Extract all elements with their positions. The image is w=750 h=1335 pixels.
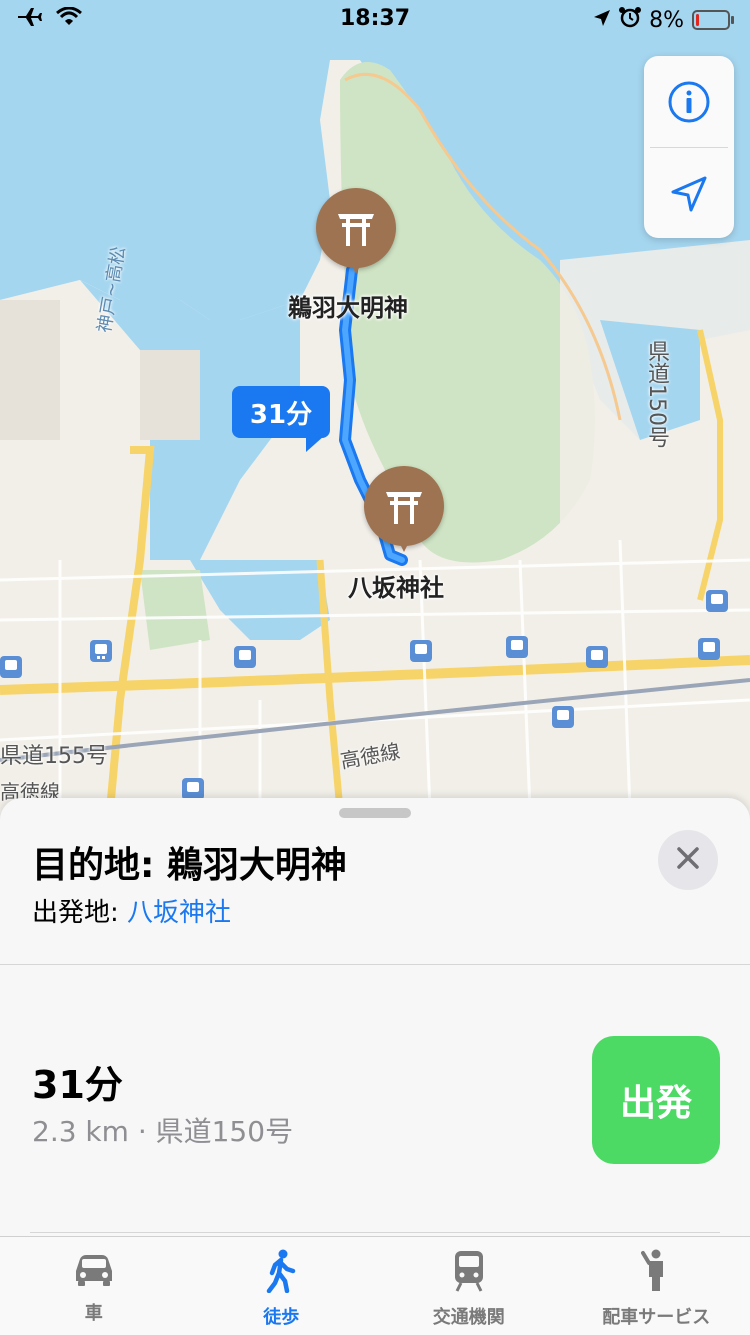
torii-icon xyxy=(336,210,376,246)
location-arrow-icon xyxy=(669,174,709,214)
car-icon xyxy=(72,1249,116,1293)
status-bar: 18:37 8% xyxy=(0,0,750,40)
map-controls xyxy=(644,56,734,238)
origin-line: 出発地: 八坂神社 xyxy=(32,892,231,929)
tab-rideshare[interactable]: 配車サービス xyxy=(563,1237,750,1335)
rideshare-icon xyxy=(641,1249,671,1297)
close-icon xyxy=(676,846,700,874)
torii-icon xyxy=(384,488,424,524)
go-button[interactable]: 出発 xyxy=(592,1036,720,1164)
tab-walk[interactable]: 徒歩 xyxy=(188,1237,376,1335)
info-button[interactable] xyxy=(644,56,734,147)
origin-prefix: 出発地: xyxy=(32,898,127,928)
train-station-icon[interactable] xyxy=(698,638,720,660)
road-label-route150: 県道150号 xyxy=(640,340,672,448)
tab-car-label: 車 xyxy=(85,1299,103,1325)
map-view[interactable]: 神戸~高松 県道150号 県道155号 高徳線 高徳線 31分 鵜羽大明神 八坂… xyxy=(0,0,750,810)
train-station-icon[interactable] xyxy=(706,590,728,612)
route-duration: 31分 xyxy=(32,1054,123,1109)
tab-transit-label: 交通機関 xyxy=(433,1303,505,1329)
tab-rideshare-label: 配車サービス xyxy=(602,1303,710,1329)
locate-me-button[interactable] xyxy=(644,148,734,239)
train-icon xyxy=(451,1249,487,1297)
divider xyxy=(0,964,750,965)
train-station-icon[interactable] xyxy=(552,706,574,728)
route-details: 2.3 km · 県道150号 xyxy=(32,1110,293,1150)
location-arrow-icon xyxy=(593,8,611,33)
destination-title: 目的地: 鵜羽大明神 xyxy=(32,836,347,888)
battery-percent: 8% xyxy=(649,8,684,33)
sheet-grabber[interactable] xyxy=(339,808,411,818)
tab-walk-label: 徒歩 xyxy=(263,1303,299,1329)
train-station-icon[interactable] xyxy=(410,640,432,662)
transport-mode-tabbar: 車 徒歩 交通機関 配車サービス xyxy=(0,1236,750,1335)
train-station-icon[interactable] xyxy=(586,646,608,668)
close-button[interactable] xyxy=(658,830,718,890)
eta-bubble[interactable]: 31分 xyxy=(232,386,330,438)
origin-pin[interactable] xyxy=(364,466,444,566)
train-station-icon[interactable] xyxy=(506,636,528,658)
tab-car[interactable]: 車 xyxy=(0,1237,188,1335)
divider xyxy=(30,1232,720,1233)
destination-pin[interactable] xyxy=(316,188,396,288)
walk-icon xyxy=(263,1249,299,1297)
train-station-icon[interactable] xyxy=(90,640,112,662)
tab-transit[interactable]: 交通機関 xyxy=(375,1237,563,1335)
train-station-icon[interactable] xyxy=(0,656,22,678)
map-canvas xyxy=(0,0,750,810)
train-station-icon[interactable] xyxy=(234,646,256,668)
road-label-route155: 県道155号 xyxy=(0,738,108,770)
destination-pin-label: 鵜羽大明神 xyxy=(288,288,408,323)
info-icon xyxy=(667,80,711,124)
train-station-icon[interactable] xyxy=(182,778,204,800)
alarm-icon xyxy=(619,6,641,34)
origin-pin-label: 八坂神社 xyxy=(348,568,444,603)
origin-link[interactable]: 八坂神社 xyxy=(127,898,231,928)
battery-icon xyxy=(692,10,730,30)
